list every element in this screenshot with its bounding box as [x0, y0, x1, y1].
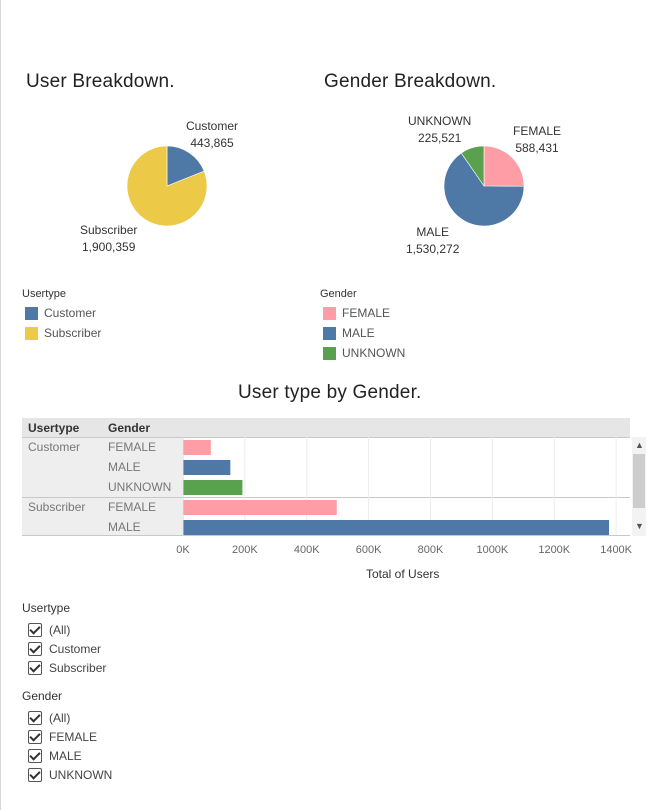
checkbox-checked-icon[interactable]	[28, 767, 42, 782]
usertype-filter-option-customer[interactable]: Customer	[28, 639, 106, 658]
gender-filter-option-unknown[interactable]: UNKNOWN	[28, 765, 112, 784]
bar-chart-plot	[182, 437, 617, 536]
x-tick-label: 800K	[417, 544, 444, 556]
usertype-filter-option-all[interactable]: (All)	[28, 620, 106, 639]
x-axis-label: Total of Users	[366, 567, 440, 581]
usertype-filter-option-label: (All)	[49, 622, 71, 637]
usertype-filter-option-subscriber[interactable]: Subscriber	[28, 658, 106, 677]
usertype-filter: Usertype (All) Customer Subscriber	[22, 601, 106, 677]
gender-filter-option-label: MALE	[49, 748, 82, 763]
bar-subscriber-female[interactable]	[183, 500, 337, 515]
checkbox-checked-icon[interactable]	[28, 710, 42, 725]
gender-filter-option-all[interactable]: (All)	[28, 708, 112, 727]
usertype-filter-option-label: Customer	[49, 641, 102, 656]
checkbox-checked-icon[interactable]	[28, 622, 42, 637]
bar-subscriber-male[interactable]	[183, 520, 609, 535]
gender-filter-option-label: (All)	[49, 710, 71, 725]
gender-filter: Gender (All) FEMALE MALE UNKNOWN	[22, 689, 112, 784]
bar-customer-male[interactable]	[183, 460, 231, 475]
bar-customer-female[interactable]	[183, 440, 211, 455]
checkbox-checked-icon[interactable]	[28, 729, 42, 744]
x-tick-label: 400K	[293, 544, 320, 556]
x-tick-label: 600K	[355, 544, 382, 556]
x-tick-label: 0K	[176, 544, 190, 556]
checkbox-checked-icon[interactable]	[28, 641, 42, 656]
x-tick-label: 200K	[232, 544, 258, 556]
bar-customer-unknown[interactable]	[183, 480, 243, 495]
gender-filter-option-male[interactable]: MALE	[28, 746, 112, 765]
usertype-filter-title: Usertype	[22, 601, 71, 615]
gender-filter-option-label: FEMALE	[49, 729, 98, 744]
x-axis-ticks: 0K 200K 400K 600K 800K 1000K 1200K 1400K	[0, 544, 650, 560]
gender-filter-option-label: UNKNOWN	[49, 767, 113, 782]
usertype-filter-option-label: Subscriber	[49, 660, 107, 675]
x-tick-label: 1200K	[538, 544, 571, 556]
checkbox-checked-icon[interactable]	[28, 660, 42, 675]
x-tick-label: 1000K	[476, 544, 509, 556]
gender-filter-option-female[interactable]: FEMALE	[28, 727, 112, 746]
gender-filter-title: Gender	[22, 689, 63, 703]
checkbox-checked-icon[interactable]	[28, 748, 42, 763]
x-tick-label: 1400K	[600, 544, 633, 556]
